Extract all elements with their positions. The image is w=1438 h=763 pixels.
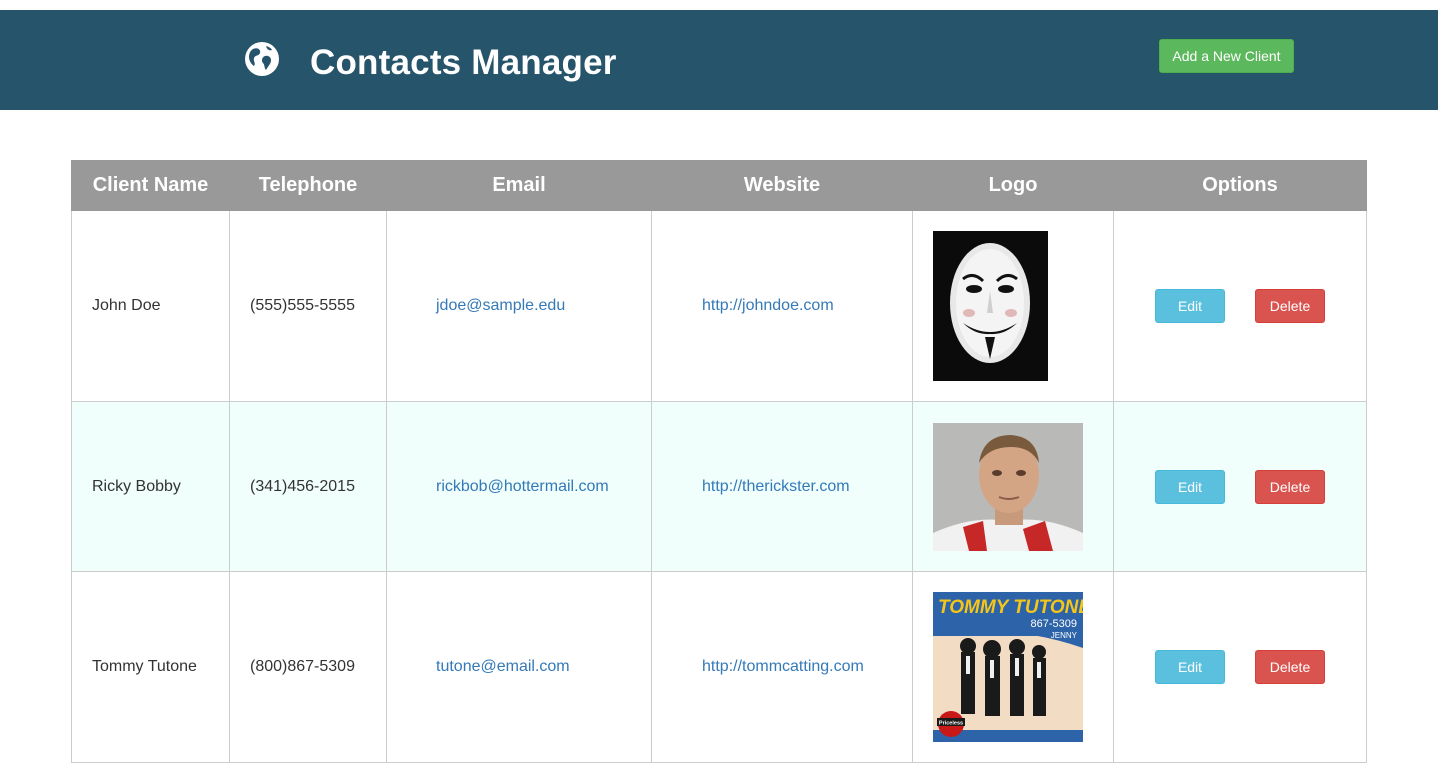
client-name: Tommy Tutone <box>71 571 230 763</box>
client-website-link[interactable]: http://therickster.com <box>702 478 850 495</box>
client-telephone: (555)555-5555 <box>229 210 387 402</box>
delete-button[interactable]: Delete <box>1255 289 1325 323</box>
client-website-link[interactable]: http://johndoe.com <box>702 297 834 314</box>
racer-portrait-image <box>933 422 1083 551</box>
page-title: Contacts Manager <box>310 43 617 82</box>
client-website-link[interactable]: http://tommcatting.com <box>702 658 864 675</box>
edit-button[interactable]: Edit <box>1155 650 1225 684</box>
edit-button[interactable]: Edit <box>1155 289 1225 323</box>
album-cover-image: TOMMY TUTONE 867-5309 JENNY Priceless <box>933 592 1083 742</box>
table-row: Ricky Bobby (341)456-2015 rickbob@hotter… <box>71 401 1367 572</box>
album-subtitle-text: JENNY <box>1051 631 1078 640</box>
delete-button[interactable]: Delete <box>1255 650 1325 684</box>
client-name: John Doe <box>71 210 230 402</box>
delete-button[interactable]: Delete <box>1255 469 1325 504</box>
album-number-text: 867-5309 <box>1031 618 1078 630</box>
table-row: Tommy Tutone (800)867-5309 tutone@email.… <box>71 571 1367 763</box>
guy-fawkes-mask-image <box>933 231 1048 381</box>
column-header-email: Email <box>386 160 652 211</box>
column-header-website: Website <box>651 160 913 211</box>
contacts-table: Client Name Telephone Email Website Logo… <box>71 160 1367 763</box>
globe-icon <box>245 42 279 76</box>
column-header-logo: Logo <box>912 160 1114 211</box>
column-header-telephone: Telephone <box>229 160 387 211</box>
client-email-link[interactable]: jdoe@sample.edu <box>436 297 565 314</box>
add-client-button[interactable]: Add a New Client <box>1159 39 1294 73</box>
column-header-name: Client Name <box>71 160 230 211</box>
client-email-link[interactable]: tutone@email.com <box>436 658 570 675</box>
client-name: Ricky Bobby <box>71 401 230 572</box>
client-telephone: (800)867-5309 <box>229 571 387 763</box>
album-badge-text: Priceless <box>939 721 963 727</box>
column-header-options: Options <box>1113 160 1367 211</box>
table-header-row: Client Name Telephone Email Website Logo… <box>71 160 1367 211</box>
album-title-text: TOMMY TUTONE <box>938 597 1083 618</box>
client-telephone: (341)456-2015 <box>229 401 387 572</box>
table-row: John Doe (555)555-5555 jdoe@sample.edu h… <box>71 210 1367 402</box>
edit-button[interactable]: Edit <box>1155 469 1225 504</box>
client-email-link[interactable]: rickbob@hottermail.com <box>436 478 609 495</box>
app-header: Contacts Manager Add a New Client <box>0 10 1438 110</box>
